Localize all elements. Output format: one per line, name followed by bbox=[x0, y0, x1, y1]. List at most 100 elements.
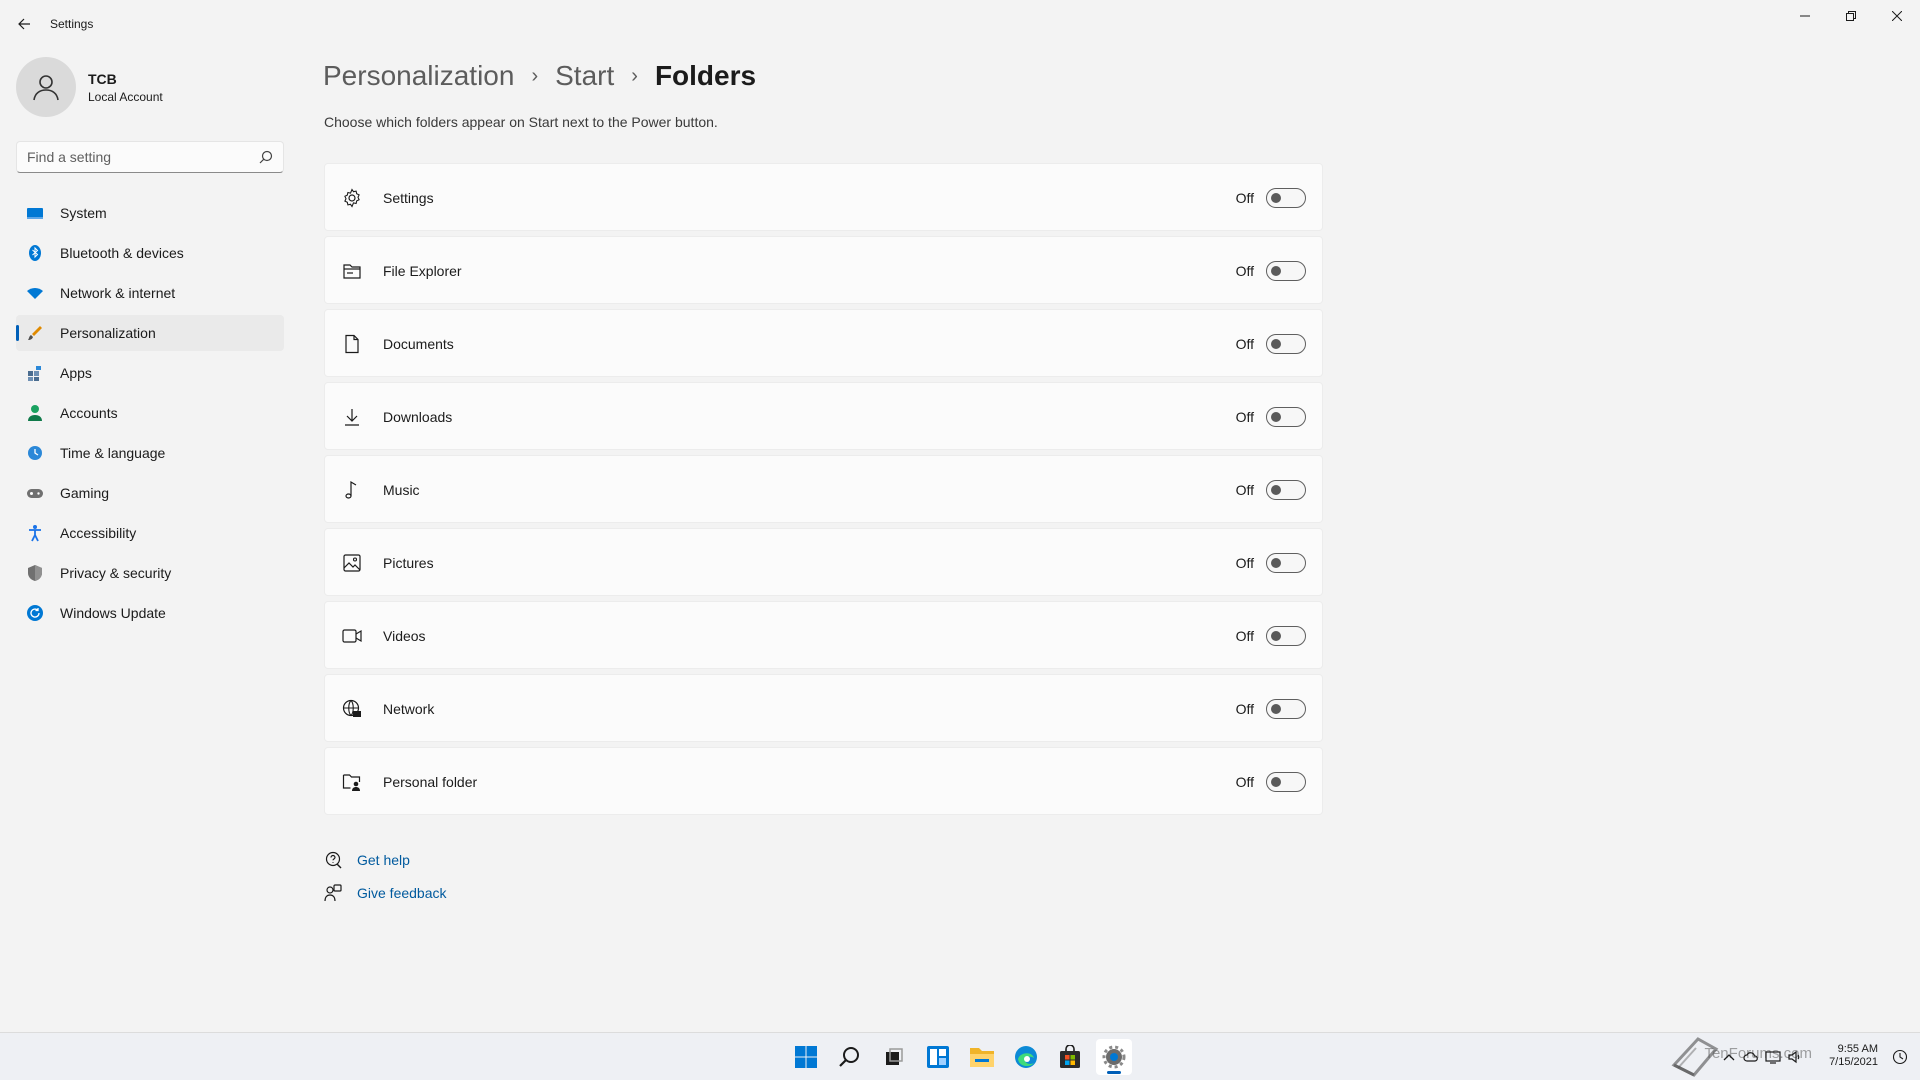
search-icon[interactable] bbox=[259, 150, 273, 164]
title-bar: Settings bbox=[0, 0, 1920, 48]
sidebar-item-label: Accessibility bbox=[60, 525, 137, 541]
give-feedback-label: Give feedback bbox=[357, 885, 447, 901]
taskbar-search-button[interactable] bbox=[832, 1039, 868, 1075]
sidebar-item-time-language[interactable]: Time & language bbox=[16, 435, 284, 471]
sidebar-item-network[interactable]: Network & internet bbox=[16, 275, 284, 311]
start-icon bbox=[795, 1046, 817, 1068]
folder-row-file-explorer: File Explorer Off bbox=[324, 236, 1323, 304]
active-indicator bbox=[16, 325, 19, 341]
chevron-right-icon: › bbox=[631, 64, 638, 87]
folder-row-music: Music Off bbox=[324, 455, 1323, 523]
user-profile[interactable]: TCB Local Account bbox=[16, 57, 286, 117]
folder-label: Settings bbox=[383, 190, 434, 206]
minimize-button[interactable] bbox=[1782, 0, 1828, 32]
settings-toggle[interactable] bbox=[1266, 188, 1306, 208]
folder-label: Videos bbox=[383, 628, 426, 644]
sidebar-item-privacy[interactable]: Privacy & security bbox=[16, 555, 284, 591]
edge-icon bbox=[1015, 1046, 1037, 1068]
sidebar-item-label: Bluetooth & devices bbox=[60, 245, 184, 261]
clock-time: 9:55 AM bbox=[1837, 1043, 1878, 1055]
close-button[interactable] bbox=[1874, 0, 1920, 32]
folder-label: File Explorer bbox=[383, 263, 462, 279]
sidebar-item-system[interactable]: System bbox=[16, 195, 284, 231]
folder-row-downloads: Downloads Off bbox=[324, 382, 1323, 450]
sidebar-item-accounts[interactable]: Accounts bbox=[16, 395, 284, 431]
network-toggle[interactable] bbox=[1266, 699, 1306, 719]
folder-row-network: Network Off bbox=[324, 674, 1323, 742]
volume-icon[interactable] bbox=[1787, 1049, 1803, 1065]
clock-date: 7/15/2021 bbox=[1829, 1056, 1878, 1068]
time-language-icon bbox=[28, 446, 42, 460]
folder-label: Personal folder bbox=[383, 774, 478, 790]
toggle-knob bbox=[1271, 339, 1281, 349]
sidebar-item-personalization[interactable]: Personalization bbox=[16, 315, 284, 351]
search-input[interactable] bbox=[17, 149, 247, 165]
sidebar-item-accessibility[interactable]: Accessibility bbox=[16, 515, 284, 551]
edge-button[interactable] bbox=[1008, 1039, 1044, 1075]
help-icon bbox=[325, 851, 342, 869]
chevron-up-icon[interactable] bbox=[1721, 1049, 1737, 1065]
chevron-right-icon: › bbox=[531, 64, 539, 87]
folder-row-personal-folder: Personal folder Off bbox=[324, 747, 1323, 815]
breadcrumb: Personalization › Start › Folders bbox=[323, 56, 756, 96]
notification-icon[interactable] bbox=[1892, 1049, 1908, 1065]
breadcrumb-start[interactable]: Start bbox=[555, 60, 614, 92]
sidebar-item-label: Network & internet bbox=[60, 285, 176, 301]
breadcrumb-personalization[interactable]: Personalization bbox=[323, 60, 514, 92]
get-help-label: Get help bbox=[357, 852, 410, 868]
cloud-icon[interactable] bbox=[1743, 1049, 1759, 1065]
folder-label: Network bbox=[383, 701, 435, 717]
sidebar-item-label: Apps bbox=[60, 365, 92, 381]
gear-icon bbox=[344, 188, 360, 208]
personal-folder-icon bbox=[342, 774, 361, 791]
feedback-icon bbox=[324, 884, 342, 902]
music-icon bbox=[345, 480, 357, 499]
sidebar-item-windows-update[interactable]: Windows Update bbox=[16, 595, 284, 631]
back-button[interactable] bbox=[14, 14, 34, 34]
active-app-indicator bbox=[1107, 1071, 1121, 1074]
document-icon bbox=[345, 334, 359, 354]
pictures-toggle[interactable] bbox=[1266, 553, 1306, 573]
start-button[interactable] bbox=[788, 1039, 824, 1075]
store-button[interactable] bbox=[1052, 1039, 1088, 1075]
file-explorer-button[interactable] bbox=[964, 1039, 1000, 1075]
app-title: Settings bbox=[50, 17, 94, 31]
videos-toggle[interactable] bbox=[1266, 626, 1306, 646]
sidebar-item-bluetooth[interactable]: Bluetooth & devices bbox=[16, 235, 284, 271]
documents-toggle[interactable] bbox=[1266, 334, 1306, 354]
file-explorer-toggle[interactable] bbox=[1266, 261, 1306, 281]
folder-row-settings: Settings Off bbox=[324, 163, 1323, 231]
task-view-button[interactable] bbox=[876, 1039, 912, 1075]
restore-button[interactable] bbox=[1828, 0, 1874, 32]
accessibility-icon bbox=[29, 525, 41, 542]
downloads-toggle[interactable] bbox=[1266, 407, 1306, 427]
toggle-knob bbox=[1271, 193, 1281, 203]
sidebar-item-apps[interactable]: Apps bbox=[16, 355, 284, 391]
widgets-button[interactable] bbox=[920, 1039, 956, 1075]
search-box bbox=[16, 141, 284, 173]
toggle-state: Off bbox=[1235, 190, 1254, 206]
sidebar-item-label: Windows Update bbox=[60, 605, 166, 621]
settings-icon bbox=[1102, 1045, 1126, 1069]
personal-folder-toggle[interactable] bbox=[1266, 772, 1306, 792]
sidebar-item-gaming[interactable]: Gaming bbox=[16, 475, 284, 511]
shield-icon bbox=[28, 565, 42, 581]
get-help-link[interactable]: Get help bbox=[324, 850, 410, 870]
display-icon[interactable] bbox=[1765, 1049, 1781, 1065]
accounts-icon bbox=[28, 405, 42, 421]
give-feedback-link[interactable]: Give feedback bbox=[324, 883, 447, 903]
taskbar: TenForums.com 9:55 AM 7/15/2021 bbox=[0, 1032, 1920, 1080]
settings-taskbar-button[interactable] bbox=[1096, 1039, 1132, 1075]
taskbar-clock[interactable]: 9:55 AM 7/15/2021 bbox=[1829, 1043, 1878, 1069]
widgets-icon bbox=[927, 1046, 949, 1068]
close-icon bbox=[1892, 11, 1902, 21]
sidebar-item-label: Accounts bbox=[60, 405, 118, 421]
toggle-knob bbox=[1271, 704, 1281, 714]
music-toggle[interactable] bbox=[1266, 480, 1306, 500]
toggle-knob bbox=[1271, 412, 1281, 422]
toggle-knob bbox=[1271, 631, 1281, 641]
toggle-state: Off bbox=[1235, 555, 1254, 571]
page-description: Choose which folders appear on Start nex… bbox=[324, 114, 718, 130]
sidebar-item-label: Gaming bbox=[60, 485, 110, 501]
bluetooth-icon bbox=[29, 245, 41, 261]
